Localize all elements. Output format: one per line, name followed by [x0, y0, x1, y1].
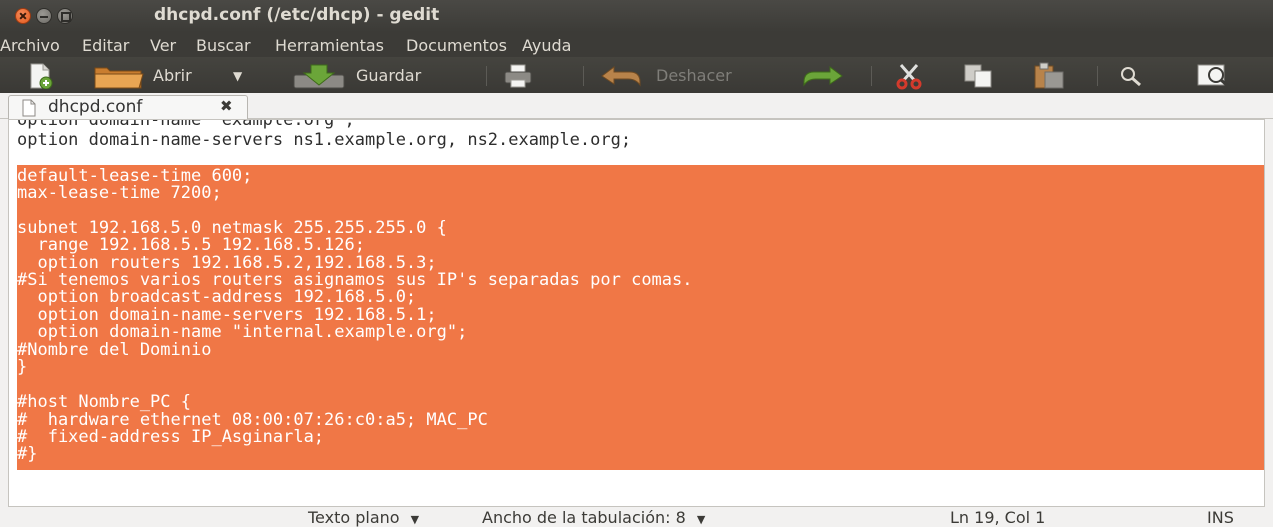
code-line: option domain-name-servers ns1.example.o…: [17, 130, 632, 150]
undo-arrow-icon[interactable]: [600, 64, 644, 88]
code-line: }: [17, 357, 28, 377]
code-line: #Nombre del Dominio: [17, 340, 212, 360]
menu-bar: Archivo Editar Ver Buscar Herramientas D…: [0, 32, 1273, 57]
save-download-icon[interactable]: [292, 63, 346, 89]
tab-width-label: Ancho de la tabulación: 8: [482, 508, 686, 527]
open-recent-dropdown[interactable]: ▼: [233, 69, 242, 83]
text-editor[interactable]: option domain-name "example.org"; option…: [8, 119, 1265, 507]
maximize-window-icon[interactable]: [57, 8, 73, 24]
menu-buscar[interactable]: Buscar: [196, 36, 251, 55]
cursor-position: Ln 19, Col 1: [950, 508, 1046, 527]
open-button[interactable]: Abrir: [153, 66, 192, 85]
search-icon[interactable]: [1118, 64, 1144, 88]
print-icon[interactable]: [503, 63, 533, 89]
toolbar-separator: [583, 66, 584, 86]
redo-arrow-icon[interactable]: [800, 64, 844, 88]
undo-button[interactable]: Deshacer: [656, 66, 732, 85]
save-button[interactable]: Guardar: [356, 66, 421, 85]
toolbar-separator: [871, 66, 872, 86]
code-line: max-lease-time 7200;: [17, 183, 222, 203]
status-bar: Texto plano ▼ Ancho de la tabulación: 8 …: [0, 507, 1273, 527]
toolbar-separator: [1097, 66, 1098, 86]
tab-width-selector[interactable]: Ancho de la tabulación: 8 ▼: [482, 508, 705, 527]
close-window-icon[interactable]: [15, 8, 31, 24]
new-document-icon[interactable]: [27, 63, 53, 89]
find-replace-icon[interactable]: [1194, 62, 1240, 90]
cut-scissors-icon[interactable]: [895, 62, 923, 90]
code-line: option domain-name "example.org";: [17, 119, 355, 130]
menu-ayuda[interactable]: Ayuda: [522, 36, 571, 55]
insert-mode: INS: [1207, 508, 1234, 527]
title-bar: dhcpd.conf (/etc/dhcp) - gedit: [0, 0, 1273, 32]
code-line: #}: [17, 444, 38, 464]
tab-label: dhcpd.conf: [48, 97, 143, 117]
paste-icon[interactable]: [1033, 62, 1065, 90]
window-title: dhcpd.conf (/etc/dhcp) - gedit: [154, 5, 440, 25]
chevron-down-icon: ▼: [696, 513, 706, 526]
tab-strip: dhcpd.conf ✖: [0, 93, 1273, 119]
language-selector[interactable]: Texto plano ▼: [308, 508, 419, 527]
open-folder-icon[interactable]: [93, 62, 145, 90]
tab-dhcpd-conf[interactable]: dhcpd.conf ✖: [8, 95, 248, 119]
menu-archivo[interactable]: Archivo: [0, 36, 60, 55]
menu-herramientas[interactable]: Herramientas: [275, 36, 384, 55]
chevron-down-icon: ▼: [410, 513, 420, 526]
menu-ver[interactable]: Ver: [150, 36, 176, 55]
toolbar: Abrir ▼ Guardar Deshacer: [0, 57, 1273, 93]
copy-icon[interactable]: [963, 63, 993, 89]
menu-documentos[interactable]: Documentos: [406, 36, 507, 55]
minimize-window-icon[interactable]: [36, 8, 52, 24]
toolbar-separator: [486, 66, 487, 86]
language-label: Texto plano: [308, 508, 400, 527]
document-icon: [22, 99, 36, 117]
tab-close-icon[interactable]: ✖: [220, 97, 233, 115]
code-line: # fixed-address IP_Asginarla;: [17, 427, 325, 447]
menu-editar[interactable]: Editar: [82, 36, 129, 55]
